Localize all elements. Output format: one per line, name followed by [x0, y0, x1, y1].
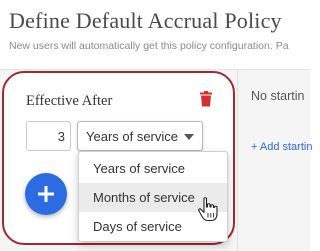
column-divider — [237, 69, 238, 251]
unit-dropdown-menu: Years of service Months of service Days … — [78, 151, 228, 242]
unit-select[interactable]: Years of service — [77, 121, 203, 151]
unit-select-value: Years of service — [86, 129, 179, 144]
chevron-down-icon — [184, 134, 194, 140]
page-title: Define Default Accrual Policy — [9, 8, 282, 33]
option-years-of-service[interactable]: Years of service — [79, 154, 227, 183]
card-title: Effective After — [26, 93, 113, 109]
page-subtitle: New users will automatically get this po… — [9, 40, 289, 52]
add-starting-link[interactable]: + Add startin — [251, 141, 312, 153]
add-rule-button[interactable] — [25, 173, 67, 215]
plus-icon — [38, 186, 54, 202]
quantity-input[interactable] — [26, 121, 71, 151]
option-months-of-service[interactable]: Months of service — [79, 183, 227, 212]
trash-icon[interactable] — [199, 91, 213, 107]
option-days-of-service[interactable]: Days of service — [79, 212, 227, 241]
empty-state-text: No startin — [251, 89, 305, 103]
